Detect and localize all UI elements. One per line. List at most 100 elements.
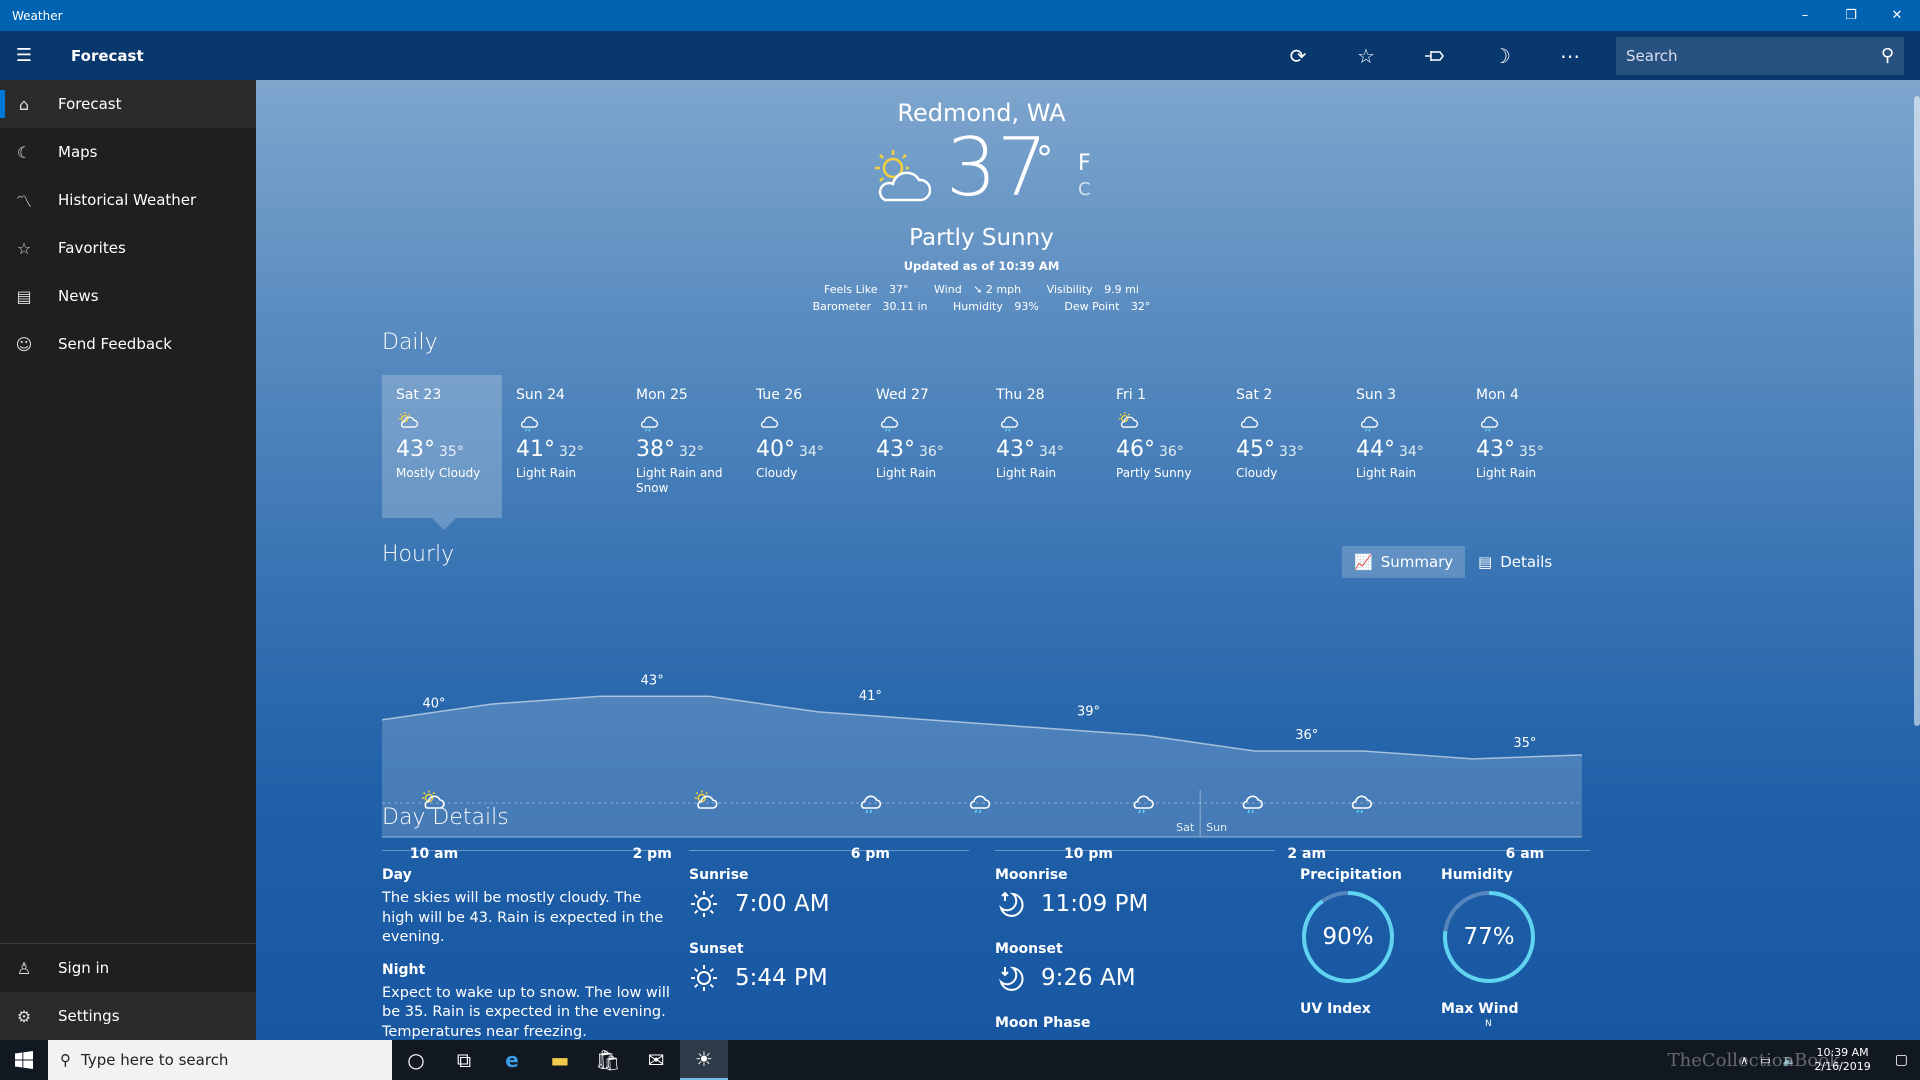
hourly-temp-label: 41° <box>859 689 882 704</box>
start-button[interactable] <box>0 1040 48 1080</box>
sun-icon <box>691 965 717 991</box>
file-explorer-icon[interactable]: ▬ <box>536 1040 584 1080</box>
moonrise-icon <box>999 891 1024 917</box>
day-text: The skies will be mostly cloudy. The hig… <box>382 890 664 946</box>
unit-celsius[interactable]: C <box>1078 179 1091 200</box>
page-title: Forecast <box>71 46 144 65</box>
day-condition: Light Rain <box>1356 466 1417 480</box>
cortana-icon[interactable]: ○ <box>392 1040 440 1080</box>
weather-app-icon[interactable]: ☀ <box>680 1040 728 1080</box>
favorite-star-icon[interactable]: ☆ <box>1332 31 1400 80</box>
dew-point-value: 32° <box>1130 300 1151 313</box>
taskbar-search[interactable]: ⚲ Type here to search <box>48 1040 392 1080</box>
hourly-temp-label: 36° <box>1295 728 1318 743</box>
daily-day-card[interactable]: Sat 23 43° 35° Mostly Cloudy <box>382 375 502 530</box>
sidebar-item-maps[interactable]: ☾ Maps <box>0 128 256 176</box>
taskbar-search-placeholder: Type here to search <box>81 1051 229 1069</box>
rain-icon <box>1356 411 1382 433</box>
command-bar: ☰ Forecast ⟳ ☆ ☽ ⋯ ⚲ <box>0 31 1920 80</box>
current-condition: Partly Sunny <box>909 225 1054 251</box>
sidebar-item-sign-in[interactable]: ♙ Sign in <box>0 944 256 992</box>
cloud-icon <box>756 411 782 433</box>
minimize-button[interactable]: – <box>1782 0 1828 31</box>
day-low: 32° <box>679 444 704 460</box>
search-box[interactable]: ⚲ <box>1616 36 1904 75</box>
day-name: Mon 25 <box>636 387 688 403</box>
current-temperature: 37 <box>946 121 1048 214</box>
humidity-gauge: 77% <box>1441 889 1537 985</box>
mail-icon[interactable]: ✉ <box>632 1040 680 1080</box>
daily-forecast: Sat 23 43° 35° Mostly Cloudy Sun 24 41° 32° Lig… <box>382 375 1582 530</box>
barometer-value: 30.11 in <box>882 300 928 313</box>
notifications-icon[interactable]: ▢ <box>1883 1052 1920 1068</box>
store-icon[interactable]: 🛍 <box>584 1040 632 1080</box>
sidebar-item-label: Forecast <box>58 95 122 113</box>
day-high: 41° <box>516 437 555 462</box>
sidebar-bottom: ♙ Sign in ⚙ Settings <box>0 943 256 1040</box>
unit-fahrenheit[interactable]: F <box>1078 151 1091 176</box>
main-content[interactable]: Redmond, WA 37 ° F C Partly Sunny Update… <box>256 80 1920 1040</box>
sidebar-item-news[interactable]: ▤ News <box>0 272 256 320</box>
day-high: 46° <box>1116 437 1155 462</box>
humidity-label: Humidity <box>953 300 1003 313</box>
sun-times: Sunrise 7:00 AM Sunset 5:44 PM <box>689 850 969 1015</box>
daily-day-card[interactable]: Sun 3 44° 34° Light Rain <box>1342 375 1462 518</box>
restore-button[interactable]: ❐ <box>1828 0 1874 31</box>
day-name: Sat 23 <box>396 387 442 403</box>
sidebar-item-favorites[interactable]: ☆ Favorites <box>0 224 256 272</box>
daily-day-card[interactable]: Wed 27 43° 36° Light Rain <box>862 375 982 518</box>
day-high: 40° <box>756 437 795 462</box>
sidebar-item-settings[interactable]: ⚙ Settings <box>0 992 256 1040</box>
task-view-icon[interactable]: ⧉ <box>440 1040 488 1080</box>
hourly-heading: Hourly <box>382 542 455 567</box>
daily-day-card[interactable]: Sat 2 45° 33° Cloudy <box>1222 375 1342 518</box>
max-wind-label: Max Wind <box>1441 1001 1519 1017</box>
daily-day-card[interactable]: Mon 25 38° 32° Light Rain and Snow <box>622 375 742 518</box>
precipitation-value: 90% <box>1322 924 1374 950</box>
uv-index-label: UV Index <box>1300 1001 1371 1017</box>
close-button[interactable]: ✕ <box>1874 0 1920 31</box>
scrollbar-thumb[interactable] <box>1914 96 1920 726</box>
sidebar-item-send-feedback[interactable]: ☺ Send Feedback <box>0 320 256 368</box>
precipitation-gauge: 90% <box>1300 889 1396 985</box>
refresh-icon[interactable]: ⟳ <box>1264 31 1332 80</box>
sidebar-item-label: Send Feedback <box>58 335 172 353</box>
day-low: 33° <box>1279 444 1304 460</box>
edge-icon[interactable]: e <box>488 1040 536 1080</box>
divider <box>1300 850 1590 851</box>
sidebar-item-forecast[interactable]: ⌂ Forecast <box>0 80 256 128</box>
barometer-label: Barometer <box>812 300 871 313</box>
wind-value: ➘ 2 mph <box>973 283 1022 296</box>
daily-heading: Daily <box>382 330 438 355</box>
moonrise-time: 11:09 PM <box>1041 891 1149 917</box>
more-icon[interactable]: ⋯ <box>1536 31 1604 80</box>
daily-day-card[interactable]: Tue 26 40° 34° Cloudy <box>742 375 862 518</box>
day-name: Tue 26 <box>756 387 803 403</box>
updated-time: Updated as of 10:39 AM <box>903 259 1060 273</box>
visibility-label: Visibility <box>1046 283 1093 296</box>
search-input[interactable] <box>1626 46 1881 65</box>
daily-day-card[interactable]: Mon 4 43° 35° Light Rain <box>1462 375 1582 518</box>
search-icon[interactable]: ⚲ <box>1881 45 1894 66</box>
dark-mode-icon[interactable]: ☽ <box>1468 31 1536 80</box>
daily-day-card[interactable]: Thu 28 43° 34° Light Rain <box>982 375 1102 518</box>
sidebar-item-label: Historical Weather <box>58 191 197 209</box>
day-condition: Partly Sunny <box>1116 466 1192 480</box>
sidebar-item-historical-weather[interactable]: 〽 Historical Weather <box>0 176 256 224</box>
day-low: 34° <box>1039 444 1064 460</box>
details-toggle[interactable]: ▤ Details <box>1466 546 1564 578</box>
summary-toggle[interactable]: 📈 Summary <box>1342 546 1466 578</box>
day-low: 34° <box>1399 444 1424 460</box>
pin-icon[interactable] <box>1400 31 1468 80</box>
daily-day-card[interactable]: Fri 1 46° 36° Partly Sunny <box>1102 375 1222 518</box>
day-low: 36° <box>919 444 944 460</box>
hamburger-menu-icon[interactable]: ☰ <box>0 31 48 80</box>
sidebar-item-label: News <box>58 287 99 305</box>
summary-label: Summary <box>1380 553 1454 571</box>
rain-icon <box>876 411 902 433</box>
sunset-label: Sunset <box>689 941 744 957</box>
sunrise-time: 7:00 AM <box>735 891 830 917</box>
daily-day-card[interactable]: Sun 24 41° 32° Light Rain <box>502 375 622 518</box>
sunrise-label: Sunrise <box>689 867 749 883</box>
hourly-chart[interactable]: Sat Sun40°43°41°39°36°35°10 am 2 pm 6 pm 10 … <box>382 665 1592 865</box>
